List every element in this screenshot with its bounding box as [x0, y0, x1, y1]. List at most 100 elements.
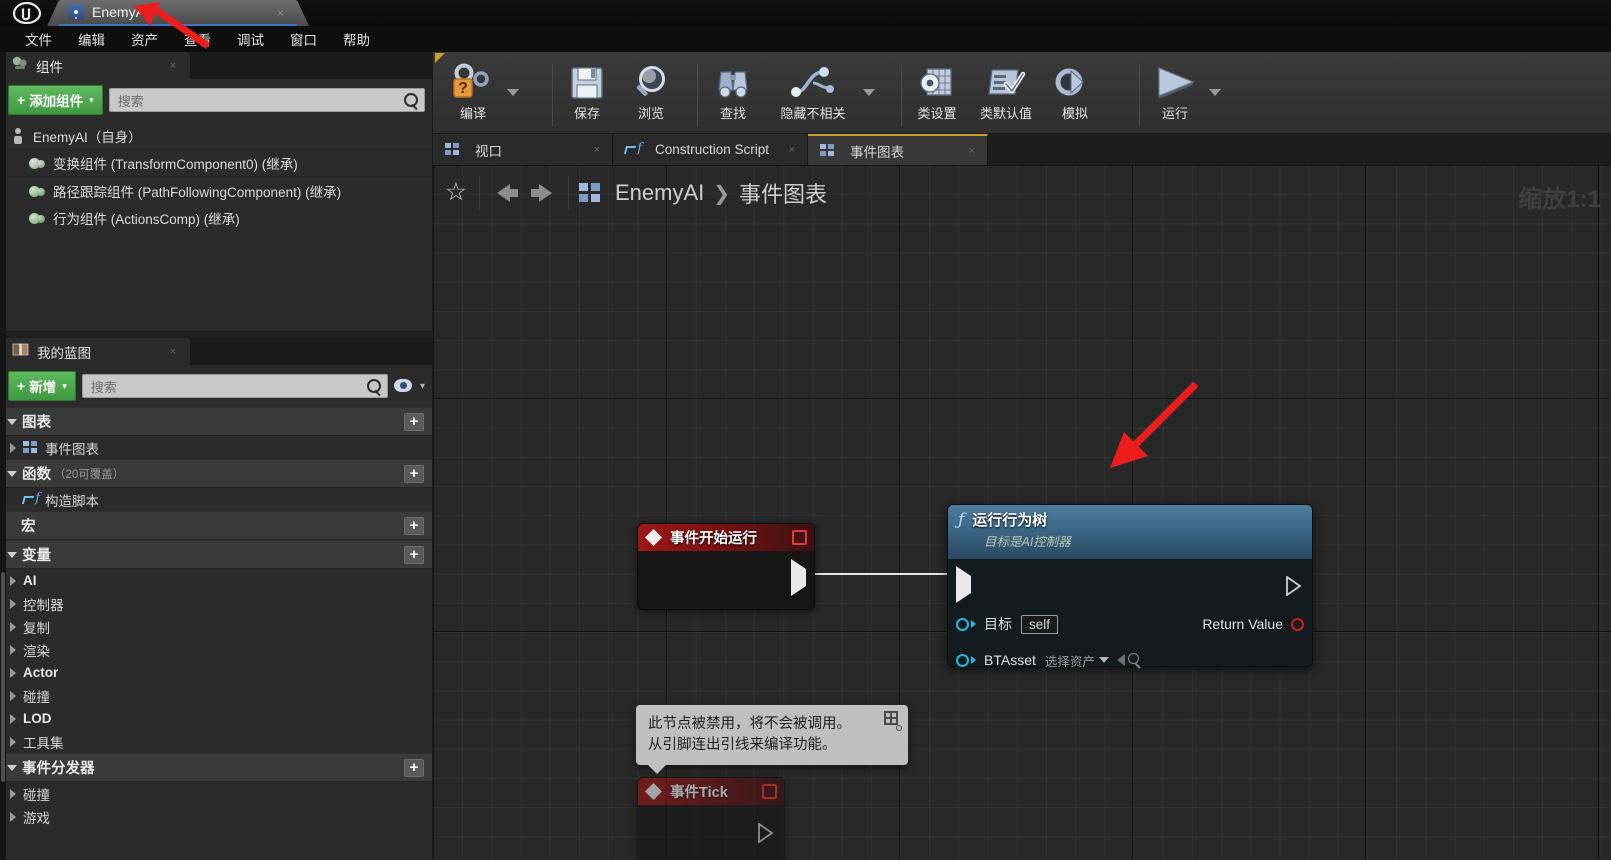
- list-item-variable-controller[interactable]: 控制器: [1, 592, 432, 615]
- find-button[interactable]: 查找: [701, 56, 765, 128]
- browse-button-label: 浏览: [637, 106, 664, 121]
- tab-viewport[interactable]: 视口 ×: [433, 134, 613, 165]
- add-new-button[interactable]: + 新增 ▾: [8, 371, 76, 401]
- component-row-self[interactable]: EnemyAI（自身）: [1, 123, 432, 150]
- list-item-variable-ai[interactable]: AI: [1, 569, 432, 592]
- my-blueprint-search-input[interactable]: 搜索: [81, 374, 388, 398]
- my-blueprint-panel: 我的蓝图 × + 新增 ▾ 搜索 ▾ 图表 + 事件图表 函数 （20可覆盖） …: [0, 338, 433, 860]
- tab-my-blueprint[interactable]: 我的蓝图 ×: [0, 338, 190, 365]
- browse-asset-icon[interactable]: [1127, 653, 1142, 667]
- node-event-tick[interactable]: 事件Tick Delta Seconds: [637, 777, 785, 860]
- graph-forward-button[interactable]: [524, 178, 558, 208]
- disabled-node-tooltip: 此节点被禁用，将不会被调用。 从引脚连出引线来编译功能。: [636, 705, 908, 774]
- unreal-logo-icon[interactable]: [6, 0, 48, 26]
- section-header-variables[interactable]: 变量 +: [1, 540, 432, 569]
- target-self-value[interactable]: self: [1021, 614, 1059, 634]
- tab-my-blueprint-close-icon[interactable]: ×: [170, 346, 176, 358]
- object-pin-icon[interactable]: [956, 653, 969, 667]
- component-row-actionscomp[interactable]: 行为组件 (ActionsComp) (继承): [1, 204, 432, 231]
- node-run-behavior-tree[interactable]: ƒ 运行行为树 目标是AI控制器 目标 self Return Value BT…: [947, 504, 1313, 670]
- class-settings-button[interactable]: 类设置: [905, 56, 969, 128]
- play-options-caret[interactable]: [1207, 56, 1223, 128]
- tab-construction-script-close-icon[interactable]: ×: [789, 144, 795, 156]
- list-item-variable-lod[interactable]: LOD: [1, 707, 432, 730]
- hide-unrelated-caret[interactable]: [861, 56, 877, 128]
- bookmark-star-icon[interactable]: ☆: [443, 180, 469, 206]
- node-header[interactable]: 事件Tick: [638, 778, 784, 805]
- list-item-dispatcher-collision[interactable]: 碰撞: [1, 782, 432, 805]
- exec-output-pin[interactable]: [1286, 575, 1302, 601]
- list-item-variable-collision[interactable]: 碰撞: [1, 684, 432, 707]
- left-outer-scrollbar[interactable]: [0, 52, 6, 860]
- list-item-variable-replication[interactable]: 复制: [1, 615, 432, 638]
- component-label: 行为组件 (ActionsComp) (继承): [53, 211, 240, 227]
- tab-components[interactable]: 组件 ×: [0, 52, 190, 79]
- menu-item-debug[interactable]: 调试: [224, 26, 277, 52]
- breadcrumb-root[interactable]: EnemyAI: [615, 180, 704, 206]
- node-title: 事件开始运行: [670, 531, 757, 547]
- component-row-transform[interactable]: 变换组件 (TransformComponent0) (继承): [1, 150, 432, 177]
- add-graph-button[interactable]: +: [404, 412, 424, 431]
- add-macro-button[interactable]: +: [404, 516, 424, 535]
- compile-button[interactable]: ? 编译: [441, 56, 505, 128]
- menu-item-help[interactable]: 帮助: [330, 26, 383, 52]
- use-selected-asset-icon[interactable]: [1116, 654, 1125, 666]
- node-event-begin-play[interactable]: 事件开始运行: [637, 523, 815, 610]
- left-outer-scrollbar-thumb[interactable]: [1, 572, 5, 782]
- section-header-macros[interactable]: 宏 +: [1, 511, 432, 540]
- menu-item-edit[interactable]: 编辑: [65, 26, 118, 52]
- save-button[interactable]: 保存: [555, 56, 619, 128]
- menu-item-file[interactable]: 文件: [12, 26, 65, 52]
- list-item-construction-script[interactable]: 构造脚本: [1, 488, 432, 511]
- section-header-graphs[interactable]: 图表 +: [1, 407, 432, 436]
- object-pin-icon[interactable]: [956, 617, 969, 631]
- exec-output-pin[interactable]: [758, 822, 774, 848]
- document-tab-close-icon[interactable]: ×: [277, 6, 284, 20]
- list-item-event-graph[interactable]: 事件图表: [1, 436, 432, 459]
- play-button[interactable]: 运行: [1143, 56, 1207, 128]
- add-event-dispatcher-button[interactable]: +: [404, 758, 424, 777]
- back-arrow-tail: [509, 189, 518, 197]
- list-item-variable-rendering[interactable]: 渲染: [1, 638, 432, 661]
- class-defaults-button[interactable]: 类默认值: [969, 56, 1043, 128]
- menu-item-view[interactable]: 查看: [171, 26, 224, 52]
- tab-construction-script[interactable]: Construction Script ×: [613, 134, 808, 165]
- list-item-variable-actor[interactable]: Actor: [1, 661, 432, 684]
- bool-pin-icon[interactable]: [1291, 617, 1304, 631]
- components-panel-tabrow: 组件 ×: [0, 52, 433, 79]
- section-header-functions[interactable]: 函数 （20可覆盖） +: [1, 459, 432, 488]
- exec-wire-beginplay-to-runbt[interactable]: [803, 573, 948, 575]
- node-header[interactable]: ƒ 运行行为树 目标是AI控制器: [948, 505, 1312, 559]
- tab-components-close-icon[interactable]: ×: [170, 60, 176, 72]
- components-toolbar: + 添加组件 ▾ 搜索: [1, 79, 432, 121]
- visibility-eye-icon[interactable]: [393, 379, 414, 393]
- menu-item-asset[interactable]: 资产: [118, 26, 171, 52]
- document-tab-enemyai[interactable]: EnemyAI ×: [58, 0, 298, 26]
- menu-item-window[interactable]: 窗口: [277, 26, 330, 52]
- simulate-button[interactable]: 模拟: [1043, 56, 1107, 128]
- event-graph-canvas[interactable]: ☆ EnemyAI ❯ 事件图表 缩放1:1 事件开始运行 ƒ 运行行为树 目标…: [433, 165, 1611, 860]
- visibility-caret-icon[interactable]: ▾: [420, 381, 425, 392]
- tab-viewport-close-icon[interactable]: ×: [594, 144, 600, 156]
- hide-unrelated-button[interactable]: 隐藏不相关: [765, 56, 861, 128]
- add-variable-button[interactable]: +: [404, 545, 424, 564]
- exec-input-pin[interactable]: [956, 566, 971, 603]
- list-item-variable-utilities[interactable]: 工具集: [1, 730, 432, 753]
- breakpoint-square-icon[interactable]: [762, 784, 777, 799]
- exec-output-pin[interactable]: [791, 559, 806, 596]
- tab-event-graph[interactable]: 事件图表 ×: [808, 134, 988, 165]
- node-header[interactable]: 事件开始运行: [638, 524, 814, 551]
- component-row-pathfollowing[interactable]: 路径跟踪组件 (PathFollowingComponent) (继承): [1, 177, 432, 204]
- add-function-button[interactable]: +: [404, 464, 424, 483]
- breakpoint-square-icon[interactable]: [792, 530, 807, 545]
- browse-button[interactable]: 浏览: [619, 56, 683, 128]
- compile-options-caret[interactable]: [505, 56, 521, 128]
- list-item-dispatcher-game[interactable]: 游戏: [1, 805, 432, 828]
- components-search-input[interactable]: 搜索: [108, 88, 425, 112]
- add-component-button[interactable]: + 添加组件 ▾: [8, 85, 103, 115]
- section-header-event-dispatchers[interactable]: 事件分发器 +: [1, 753, 432, 782]
- tab-event-graph-close-icon[interactable]: ×: [969, 145, 975, 157]
- breadcrumb-current[interactable]: 事件图表: [739, 177, 827, 209]
- btasset-asset-picker[interactable]: 选择资产: [1045, 651, 1109, 670]
- graph-back-button[interactable]: [490, 178, 524, 208]
